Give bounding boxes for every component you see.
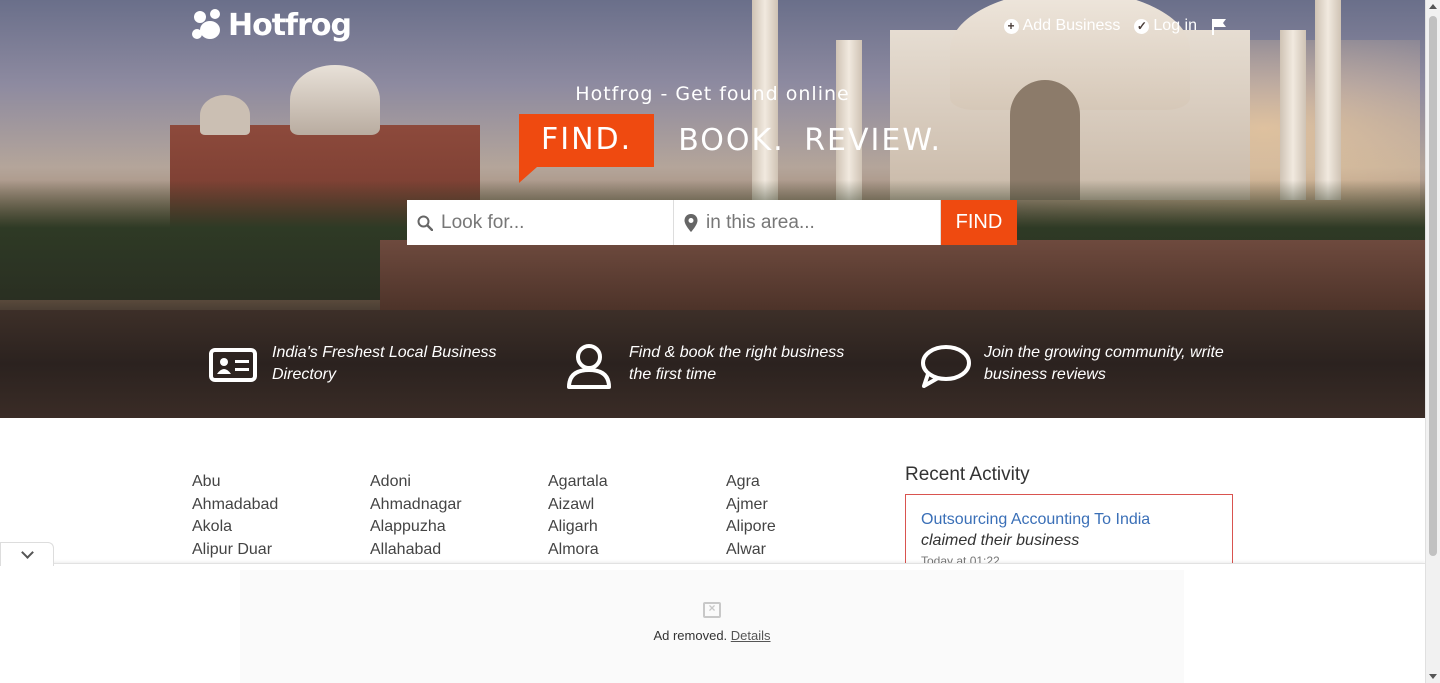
what-field bbox=[407, 200, 674, 245]
city-link[interactable]: Adoni bbox=[370, 471, 548, 494]
tagline: Hotfrog - Get found online bbox=[575, 83, 850, 105]
city-column: Agra Ajmer Alipore Alwar bbox=[726, 471, 904, 561]
activity-card: Outsourcing Accounting To India claimed … bbox=[905, 494, 1233, 574]
where-field bbox=[674, 200, 941, 245]
search-icon bbox=[417, 215, 433, 231]
frog-logo-icon bbox=[192, 8, 226, 43]
city-link[interactable]: Aizawl bbox=[548, 494, 726, 517]
city-link[interactable]: Alipore bbox=[726, 516, 904, 539]
minaret bbox=[1280, 30, 1306, 200]
ad-container: Ad removed. Details bbox=[0, 542, 1425, 683]
flag-button[interactable] bbox=[1211, 18, 1227, 35]
flag-icon bbox=[1212, 18, 1226, 35]
city-column: Agartala Aizawl Aligarh Almora bbox=[548, 471, 726, 561]
plus-circle-icon: + bbox=[1003, 18, 1019, 34]
headline: FIND. BOOK. REVIEW. bbox=[519, 114, 943, 183]
add-business-link[interactable]: + Add Business bbox=[1003, 17, 1121, 35]
hotfrog-logo[interactable]: Hotfrog bbox=[192, 8, 352, 43]
city-link[interactable]: Agartala bbox=[548, 471, 726, 494]
search-bar: FIND bbox=[407, 200, 1017, 245]
wall bbox=[380, 240, 1425, 310]
recent-activity: Recent Activity Outsourcing Accounting T… bbox=[905, 464, 1233, 574]
top-nav: + Add Business ✓ Log in bbox=[1003, 17, 1227, 35]
id-card-icon bbox=[209, 348, 257, 382]
ad-slot: Ad removed. Details bbox=[240, 570, 1184, 683]
chevron-down-icon bbox=[20, 545, 34, 559]
feature-text: Join the growing community, write busine… bbox=[984, 344, 1224, 383]
city-link[interactable]: Allahabad bbox=[370, 539, 548, 562]
find-button[interactable]: FIND bbox=[941, 200, 1017, 245]
feature-community: Join the growing community, write busine… bbox=[920, 342, 1224, 390]
activity-business-link[interactable]: Outsourcing Accounting To India bbox=[921, 511, 1217, 529]
check-circle-icon: ✓ bbox=[1134, 18, 1150, 34]
scroll-up-icon[interactable] bbox=[1429, 4, 1437, 9]
taj-mahal-image bbox=[890, 0, 1250, 200]
feature-directory: India's Freshest Local Business Director… bbox=[208, 342, 512, 386]
city-link[interactable]: Alwar bbox=[726, 539, 904, 562]
activity-action: claimed their business bbox=[921, 532, 1080, 549]
ad-details-link[interactable]: Details bbox=[731, 628, 771, 643]
map-pin-icon bbox=[684, 213, 698, 232]
brand-name: Hotfrog bbox=[228, 8, 352, 43]
hero-banner: Hotfrog + Add Business ✓ Log in Hotfrog … bbox=[0, 0, 1425, 418]
city-link[interactable]: Ahmadabad bbox=[192, 494, 370, 517]
city-link[interactable]: Alipur Duar bbox=[192, 539, 370, 562]
user-icon bbox=[567, 344, 611, 389]
city-link[interactable]: Agra bbox=[726, 471, 904, 494]
scroll-thumb[interactable] bbox=[1429, 16, 1437, 556]
city-column: Adoni Ahmadnagar Alappuzha Allahabad bbox=[370, 471, 548, 561]
city-list: Abu Ahmadabad Akola Alipur Duar Adoni Ah… bbox=[192, 471, 904, 561]
find-highlight: FIND. bbox=[519, 114, 655, 183]
ad-removed-text: Ad removed. bbox=[653, 628, 728, 643]
city-link[interactable]: Aligarh bbox=[548, 516, 726, 539]
city-link[interactable]: Ahmadnagar bbox=[370, 494, 548, 517]
ad-removed-icon bbox=[703, 601, 721, 618]
feature-text: India's Freshest Local Business Director… bbox=[272, 344, 497, 383]
book-review-text: BOOK. REVIEW. bbox=[678, 123, 943, 158]
city-column: Abu Ahmadabad Akola Alipur Duar bbox=[192, 471, 370, 561]
feature-text: Find & book the right business the first… bbox=[629, 344, 845, 383]
where-input[interactable] bbox=[706, 211, 926, 234]
what-input[interactable] bbox=[441, 211, 661, 234]
feature-find-book: Find & book the right business the first… bbox=[565, 342, 869, 392]
login-label: Log in bbox=[1153, 17, 1197, 34]
city-link[interactable]: Almora bbox=[548, 539, 726, 562]
city-link[interactable]: Alappuzha bbox=[370, 516, 548, 539]
city-link[interactable]: Ajmer bbox=[726, 494, 904, 517]
login-link[interactable]: ✓ Log in bbox=[1134, 17, 1197, 35]
ad-removed-message: Ad removed. Details bbox=[240, 628, 1184, 643]
city-link[interactable]: Akola bbox=[192, 516, 370, 539]
collapse-ad-button[interactable] bbox=[0, 542, 54, 566]
speech-bubble-icon bbox=[921, 345, 971, 388]
scroll-down-icon[interactable] bbox=[1429, 674, 1437, 679]
city-link[interactable]: Abu bbox=[192, 471, 370, 494]
recent-activity-title: Recent Activity bbox=[905, 464, 1030, 485]
page-scrollbar[interactable] bbox=[1425, 0, 1440, 683]
add-business-label: Add Business bbox=[1022, 17, 1121, 34]
